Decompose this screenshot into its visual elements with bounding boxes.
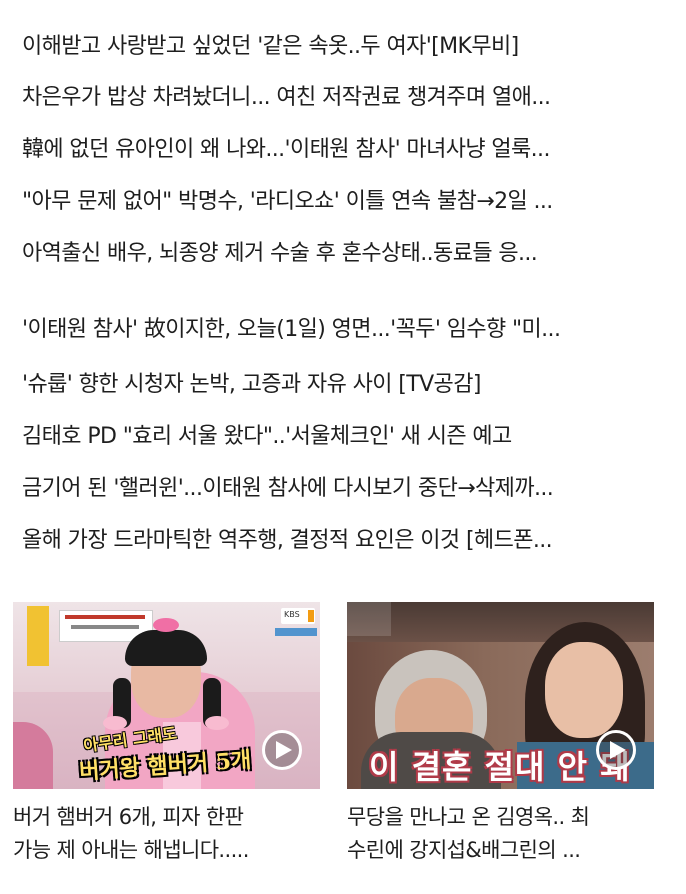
- headline-link[interactable]: 아역출신 배우, 뇌종양 제거 수술 후 혼수상태..동료들 응...: [22, 234, 662, 274]
- video-thumbnail[interactable]: KBS 아무리 그래도 버거왕 햄버거 5개: [13, 602, 320, 789]
- headline-link[interactable]: 김태호 PD "효리 서울 왔다"..'서울체크인' 새 시즌 예고: [22, 417, 662, 457]
- video-card[interactable]: KBS 아무리 그래도 버거왕 햄버거 5개 버거 햄버거 6개, 피자 한판 …: [13, 602, 320, 867]
- show-logo: [347, 602, 391, 636]
- thumbnail-subtitle: 이 결혼 절대 안 돼: [369, 748, 631, 786]
- channel-badge: KBS: [284, 610, 300, 619]
- video-card[interactable]: 이 결혼 절대 안 돼 무당을 만나고 온 김영옥.. 최 수린에 강지섭&배그…: [347, 602, 654, 867]
- play-icon: [276, 741, 292, 759]
- play-button[interactable]: [262, 730, 302, 770]
- play-button[interactable]: [596, 730, 636, 770]
- headline-link[interactable]: 올해 가장 드라마틱한 역주행, 결정적 요인은 이것 [헤드폰...: [22, 521, 662, 561]
- video-caption-line: 무당을 만나고 온 김영옥.. 최: [347, 805, 590, 829]
- video-caption-line: 버거 햄버거 6개, 피자 한판: [13, 805, 244, 829]
- video-caption-line: 수린에 강지섭&배그린의 ...: [347, 838, 581, 862]
- video-caption-line: 가능 제 아내는 해냅니다.....: [13, 838, 249, 862]
- headline-link[interactable]: '이태원 참사' 故이지한, 오늘(1일) 영면...'꼭두' 임수향 "미..…: [22, 310, 662, 350]
- video-thumbnail[interactable]: 이 결혼 절대 안 돼: [347, 602, 654, 789]
- headline-link[interactable]: 차은우가 밥상 차려놨더니... 여친 저작권료 챙겨주며 열애...: [22, 78, 662, 118]
- video-caption[interactable]: 버거 햄버거 6개, 피자 한판 가능 제 아내는 해냅니다.....: [13, 801, 320, 867]
- show-logo: [27, 606, 49, 666]
- headline-link[interactable]: 금기어 된 '핼러윈'...이태원 참사에 다시보기 중단→삭제까...: [22, 469, 662, 509]
- headline-link[interactable]: '슈룹' 향한 시청자 논박, 고증과 자유 사이 [TV공감]: [22, 365, 662, 405]
- headline-link[interactable]: 이해받고 사랑받고 싶었던 '같은 속옷..두 여자'[MK무비]: [22, 27, 662, 67]
- play-icon: [610, 741, 626, 759]
- headline-link[interactable]: "아무 문제 없어" 박명수, '라디오쇼' 이틀 연속 불참→2일 ...: [22, 182, 662, 222]
- video-caption[interactable]: 무당을 만나고 온 김영옥.. 최 수린에 강지섭&배그린의 ...: [347, 801, 654, 867]
- headline-link[interactable]: 韓에 없던 유아인이 왜 나와...'이태원 참사' 마녀사냥 얼룩...: [22, 130, 662, 170]
